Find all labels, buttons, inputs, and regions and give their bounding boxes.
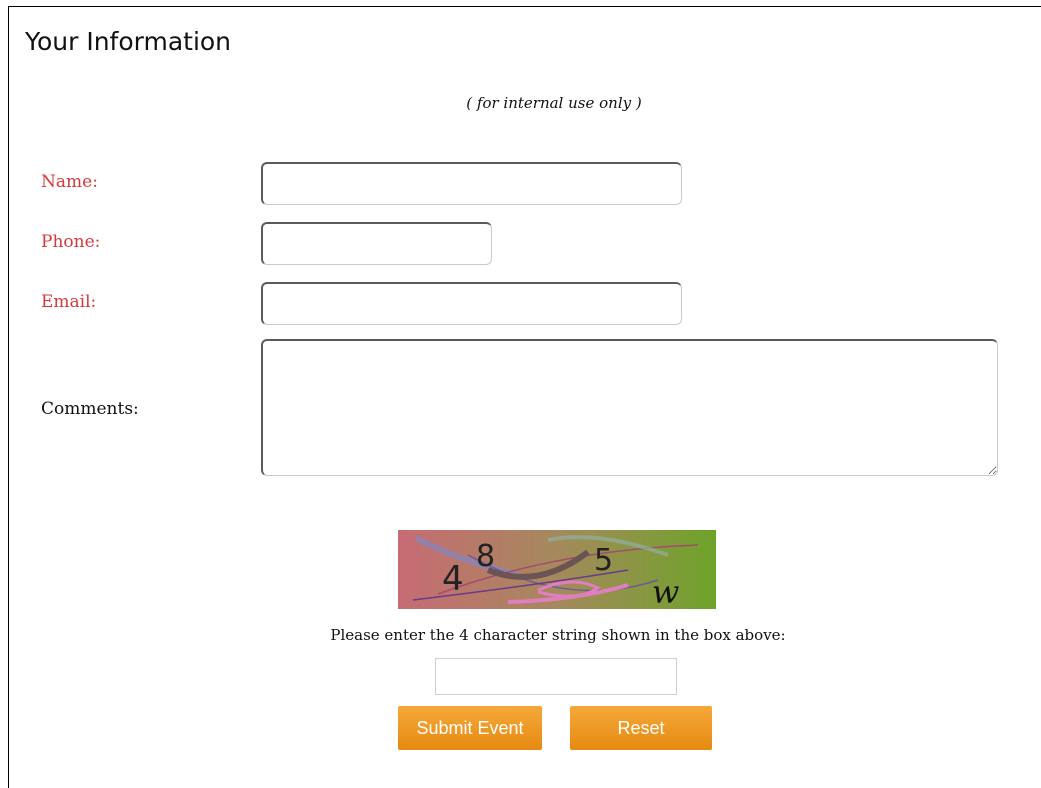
captcha-input[interactable]: [435, 658, 677, 695]
reset-button[interactable]: Reset: [570, 706, 712, 750]
comments-textarea[interactable]: [261, 339, 998, 476]
captcha-char-1: 4: [442, 559, 464, 599]
phone-input[interactable]: [261, 222, 492, 265]
section-title: Your Information: [25, 27, 232, 56]
captcha-char-3: 5: [594, 543, 613, 578]
name-label: Name:: [41, 172, 98, 192]
name-input[interactable]: [261, 162, 682, 205]
captcha-prompt: Please enter the 4 character string show…: [330, 626, 786, 644]
captcha-char-2: 8: [476, 539, 495, 574]
captcha-char-4: w: [652, 573, 679, 609]
email-label: Email:: [41, 292, 97, 312]
captcha-image: 4 8 5 w: [398, 530, 716, 609]
email-input[interactable]: [261, 282, 682, 325]
comments-label: Comments:: [41, 399, 139, 419]
submit-event-button[interactable]: Submit Event: [398, 706, 542, 750]
phone-label: Phone:: [41, 232, 101, 252]
internal-use-note: ( for internal use only ): [466, 94, 642, 112]
